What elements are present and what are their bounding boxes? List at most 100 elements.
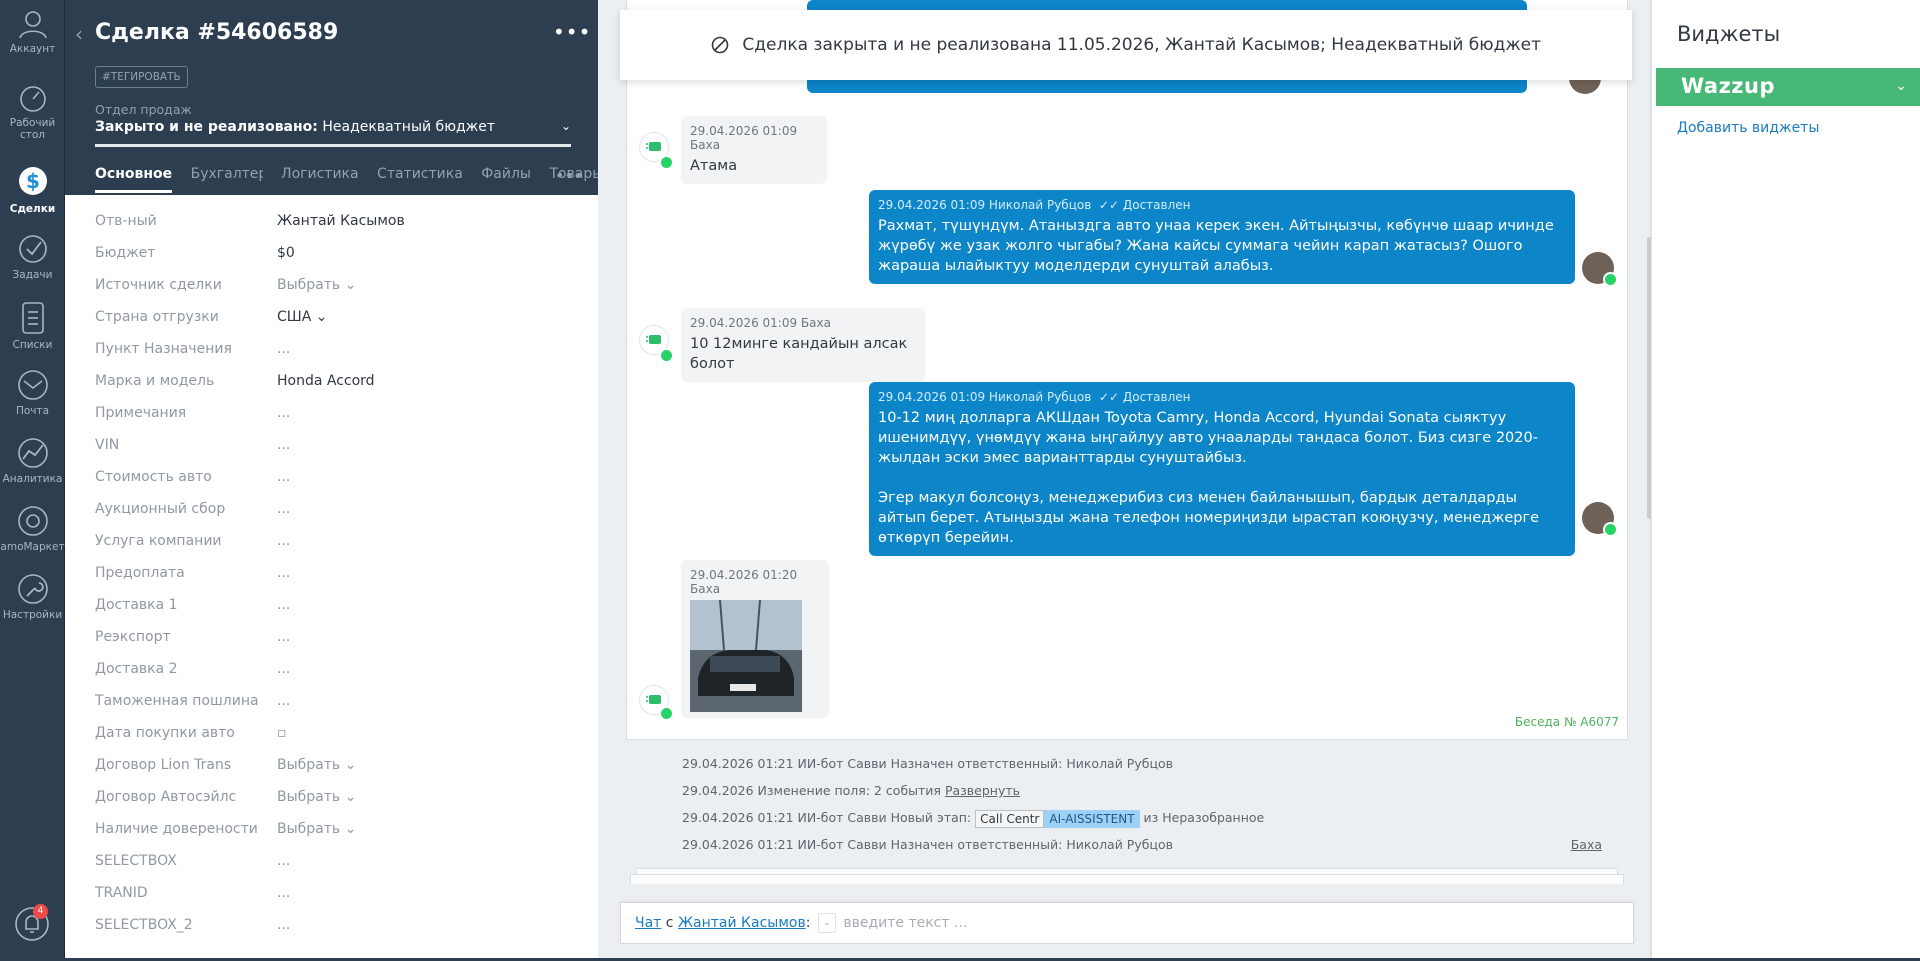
notifications-badge: 4 (33, 904, 48, 919)
closed-deal-text: Сделка закрыта и не реализована 11.05.20… (742, 35, 1542, 55)
nav-market[interactable]: amoМаркет (0, 504, 65, 553)
message-bubble-in: 29.04.2026 01:09 Баха 10 12минге кандайы… (681, 308, 925, 382)
field-value[interactable]: США ⌄ (277, 309, 328, 325)
nav-mail[interactable]: Почта (0, 368, 65, 417)
field-row: Наличие доверености Выбрать ⌄ (95, 821, 565, 853)
chat-with-label: с (665, 915, 674, 931)
chat-link[interactable]: Чат (635, 915, 661, 931)
chat-contact-link[interactable]: Жантай Касымов (678, 915, 806, 931)
field-value[interactable]: Выбрать ⌄ (277, 789, 356, 805)
nav-deals[interactable]: $ Сделки (0, 164, 65, 215)
status-select[interactable]: Закрыто и не реализовано: Неадекватный б… (95, 119, 571, 147)
mail-icon (17, 370, 48, 400)
field-row: Бюджет $0 (95, 245, 565, 277)
nav-settings[interactable]: Настройки (0, 572, 65, 621)
event-list: 29.04.2026 01:21 ИИ-бот Савви Назначен о… (682, 750, 1602, 858)
whatsapp-icon (659, 348, 674, 363)
field-label: Стоимость авто (95, 469, 212, 485)
nav-account[interactable]: Аккаунт (0, 8, 65, 55)
pipeline-label: Отдел продаж (95, 102, 192, 117)
field-value[interactable]: Honda Accord (277, 373, 375, 389)
stage-chip-active: AI-AISSISTENT (1044, 809, 1140, 828)
tab-accounting[interactable]: Бухгалтерия (191, 166, 263, 190)
chat-message-input[interactable] (843, 915, 1544, 931)
back-button[interactable]: ‹ (75, 22, 83, 46)
message-meta: 29.04.2026 01:09 Баха (690, 124, 798, 152)
chevron-down-icon[interactable]: ⌄ (817, 913, 836, 933)
deal-title[interactable]: Сделка #54606589 (95, 20, 338, 45)
field-value[interactable]: ... (277, 341, 297, 357)
expand-link[interactable]: Развернуть (945, 783, 1020, 798)
message-text: 10-12 миң долларга АКШдан Toyota Camry, … (878, 410, 1538, 466)
whatsapp-icon (659, 155, 674, 170)
field-value[interactable]: ... (277, 565, 297, 581)
tab-main[interactable]: Основное (95, 166, 173, 193)
message-meta: 29.04.2026 01:09 Николай Рубцов (878, 198, 1092, 212)
field-value[interactable]: ... (277, 469, 297, 485)
field-value[interactable]: ... (277, 693, 297, 709)
nav-lists-label: Списки (12, 339, 53, 351)
field-value[interactable]: ... (277, 533, 297, 549)
field-label: Отв-ный (95, 213, 157, 229)
checkmark-circle-icon (18, 235, 47, 263)
conversation-number[interactable]: Беседа № A6077 (1515, 715, 1619, 729)
field-row: Страна отгрузки США ⌄ (95, 309, 565, 341)
field-value[interactable]: Жантай Касымов (277, 213, 405, 229)
message-bubble-out: 29.04.2026 01:09 Николай Рубцов ✓✓ Доста… (869, 382, 1575, 556)
message-text: Рахмат, түшүндүм. Атаныздга авто унаа ке… (878, 218, 1554, 274)
field-value[interactable]: ... (277, 629, 297, 645)
add-widgets-link[interactable]: Добавить виджеты (1677, 120, 1819, 136)
nav-analytics[interactable]: Аналитика (0, 436, 65, 485)
tab-statistics[interactable]: Статистика (377, 166, 463, 190)
tabs-more-button[interactable]: ••• (555, 166, 583, 185)
field-value[interactable]: Выбрать ⌄ (277, 821, 356, 837)
deal-fields: Отв-ный Жантай Касымов Бюджет $0 Источник сд… (95, 213, 565, 949)
field-row: Аукционный сбор... (95, 501, 565, 533)
car-photo[interactable] (690, 600, 802, 712)
deal-more-button[interactable]: ••• (553, 20, 591, 44)
field-value[interactable]: Выбрать ⌄ (277, 277, 356, 293)
event-item: 29.04.2026 Изменение поля: 2 события Раз… (682, 777, 1602, 804)
field-value[interactable]: ▫ (277, 725, 297, 741)
field-value[interactable]: ... (277, 661, 297, 677)
field-value[interactable]: Выбрать ⌄ (277, 757, 356, 773)
status-reason: Неадекватный бюджет (322, 119, 496, 135)
deal-card-header: ‹ Сделка #54606589 ••• #ТЕГИРОВАТЬ Отдел… (65, 0, 603, 195)
nav-dashboard[interactable]: Рабочий стол (0, 84, 65, 141)
whatsapp-icon (1603, 272, 1618, 287)
nav-tasks[interactable]: Задачи (0, 232, 65, 281)
field-value[interactable]: ... (277, 597, 297, 613)
nav-dashboard-label-2: стол (19, 129, 46, 141)
speedometer-icon (19, 86, 46, 112)
field-label: Таможенная пошлина (95, 693, 259, 709)
whatsapp-icon (1603, 522, 1618, 537)
author-link[interactable]: Баха (1571, 831, 1602, 858)
account-icon (18, 11, 47, 39)
nav-mail-label: Почта (15, 405, 50, 417)
field-row: Примечания... (95, 405, 565, 437)
tab-logistics[interactable]: Логистика (281, 166, 359, 190)
field-value[interactable]: ... (277, 917, 297, 933)
field-label: Реэкспорт (95, 629, 171, 645)
field-value[interactable]: ... (277, 437, 297, 453)
field-label: Договор Lion Trans (95, 757, 232, 773)
chat-composer: Чат с Жантай Касымов: ⌄ (620, 902, 1634, 944)
tab-files[interactable]: Файлы (481, 166, 531, 190)
field-value[interactable]: $0 (277, 245, 297, 261)
field-label: Дата покупки авто (95, 725, 235, 741)
nav-lists[interactable]: Списки (0, 300, 65, 351)
field-value[interactable]: ... (277, 853, 297, 869)
tag-button[interactable]: #ТЕГИРОВАТЬ (95, 66, 188, 88)
field-value[interactable]: ... (277, 405, 297, 421)
field-value[interactable]: ... (277, 885, 297, 901)
wazzup-widget[interactable]: Wazzup ⌄ (1656, 68, 1920, 106)
field-value[interactable]: ... (277, 501, 297, 517)
feed: Сделка закрыта и не реализована 11.05.20… (598, 0, 1652, 961)
main-nav: Аккаунт Рабочий стол $ Сделки Задачи Спи… (0, 0, 65, 961)
message-meta: 29.04.2026 01:20 Баха (690, 568, 798, 596)
stage-chip: Call Centr (975, 809, 1045, 828)
deal-card: ‹ Сделка #54606589 ••• #ТЕГИРОВАТЬ Отдел… (65, 0, 608, 961)
nav-market-label: amoМаркет (0, 541, 65, 553)
notifications-button[interactable]: 4 (14, 904, 50, 942)
field-row: TRANID... (95, 885, 565, 917)
